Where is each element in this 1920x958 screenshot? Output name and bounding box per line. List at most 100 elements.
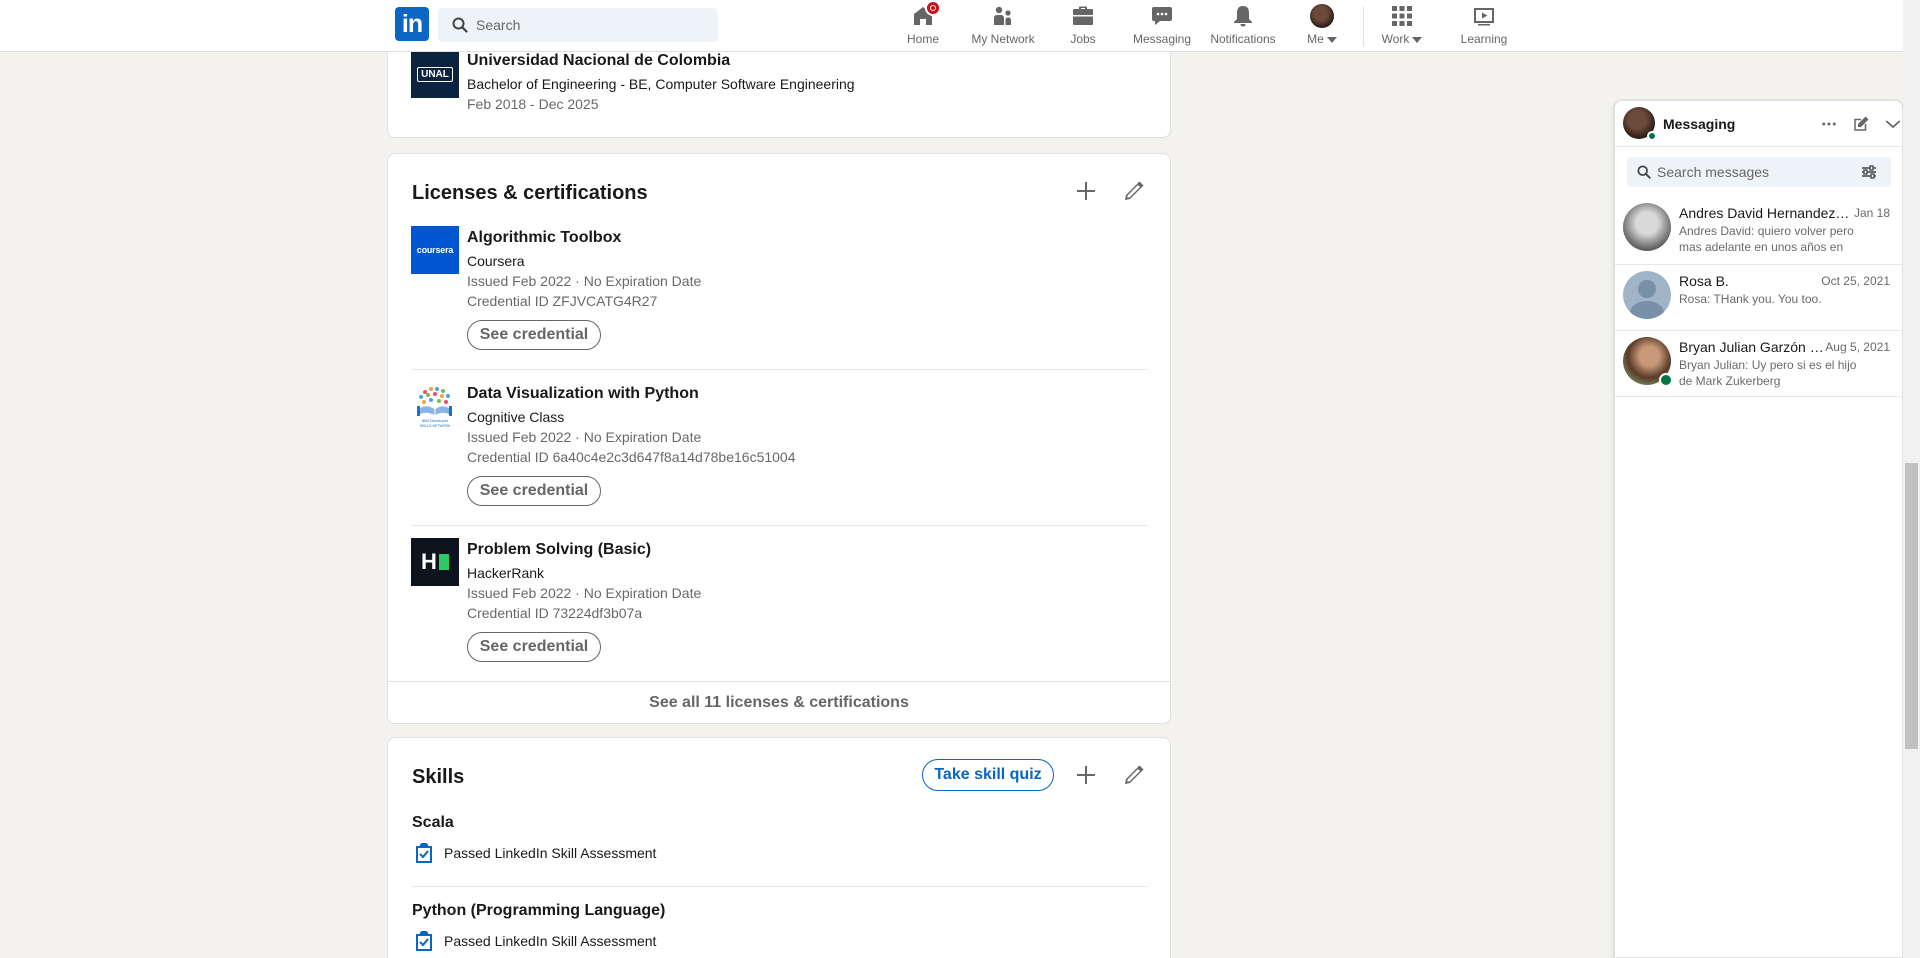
education-degree: Bachelor of Engineering - BE, Computer S… [467,76,855,92]
filter-icon[interactable] [1861,164,1877,180]
nav-my-network-label: My Network [971,32,1035,46]
license-name[interactable]: Data Visualization with Python [467,385,699,403]
add-skill-button[interactable] [1070,759,1102,791]
conversation-item[interactable]: Andres David Hernandez S... Jan 18 Andre… [1615,197,1902,263]
nav-jobs-label: Jobs [1070,32,1096,46]
ellipsis-icon [1822,122,1836,126]
skill-assessment: Passed LinkedIn Skill Assessment [414,930,656,952]
see-credential-button[interactable]: See credential [467,632,601,662]
license-issued: Issued Feb 2022 · No Expiration Date [467,429,702,445]
license-name[interactable]: Algorithmic Toolbox [467,229,621,247]
hackerrank-logo[interactable]: H [411,538,459,586]
skills-card: Skills Take skill quiz Scala Passed Link… [387,737,1171,958]
license-issued: Issued Feb 2022 · No Expiration Date [467,273,702,289]
nav-me[interactable]: Me [1304,4,1340,48]
scrollbar-thumb[interactable] [1905,463,1918,749]
chevron-down-icon [1412,36,1423,43]
avatar [1310,4,1334,28]
license-issuer: Cognitive Class [467,409,565,425]
nav-messaging-label: Messaging [1132,32,1192,46]
online-status-dot [1647,131,1657,141]
nav-my-network[interactable]: My Network [970,4,1036,48]
messaging-title: Messaging [1663,116,1736,132]
search-icon [1637,165,1651,179]
edit-licenses-button[interactable] [1118,175,1150,207]
add-license-button[interactable] [1070,175,1102,207]
license-name[interactable]: Problem Solving (Basic) [467,541,651,559]
divider [411,525,1147,526]
licenses-card: Licenses & certifications coursera Algor… [387,153,1171,724]
avatar [1623,271,1671,319]
ibm-skills-logo-icon: IBM Developer SKILLS NETWORK [417,387,452,428]
messaging-options-button[interactable] [1813,108,1845,140]
network-icon [994,6,1011,25]
license-credential-id: Credential ID ZFJVCATG4R27 [467,293,658,309]
conversation-snippet: Bryan Julian: Uy pero si es el hijo de M… [1679,358,1857,388]
license-credential-id: Credential ID 73224df3b07a [467,605,643,621]
unal-logo[interactable]: UNAL [411,50,459,98]
conversation-name: Rosa B. [1679,273,1729,289]
messaging-panel: Messaging Search messages Andres David H… [1614,100,1903,958]
license-credential-id: Credential ID 6a40c4e2c3d647f8a14d78be16… [467,449,796,465]
search-messages-input[interactable]: Search messages [1627,157,1891,187]
skill-assessment: Passed LinkedIn Skill Assessment [414,842,656,864]
hackerrank-green-block [438,554,449,570]
online-status-dot [1659,373,1673,387]
search-input[interactable]: Search [438,8,718,42]
see-credential-button[interactable]: See credential [467,476,601,506]
license-issuer: HackerRank [467,565,545,581]
skills-title: Skills [412,766,465,788]
divider [411,369,1147,370]
compose-message-button[interactable] [1845,108,1877,140]
compose-icon [1854,116,1869,131]
notification-badge [925,0,941,16]
see-credential-button[interactable]: See credential [467,320,601,350]
grid-icon [1392,6,1412,26]
coursera-logo[interactable]: coursera [411,226,459,274]
skill-name[interactable]: Python (Programming Language) [412,902,665,920]
nav-work-label: Work [1382,32,1423,46]
play-icon [1474,8,1494,26]
messaging-header[interactable]: Messaging [1615,101,1902,147]
conversation-name: Bryan Julian Garzón Ri... [1679,339,1829,355]
education-school[interactable]: Universidad Nacional de Colombia [467,52,730,70]
nav-work[interactable]: Work [1380,4,1424,48]
top-nav: in Search Home My Network Jobs Messaging… [0,0,1903,52]
license-issued: Issued Feb 2022 · No Expiration Date [467,585,702,601]
conversation-item[interactable]: Bryan Julian Garzón Ri... Aug 5, 2021 Br… [1615,331,1902,397]
plus-icon [1077,182,1095,200]
conversation-item[interactable]: Rosa B. Oct 25, 2021 Rosa: THank you. Yo… [1615,265,1902,331]
nav-messaging[interactable]: Messaging [1133,4,1191,48]
nav-home-label: Home [906,32,939,46]
license-issuer: Coursera [467,253,525,269]
search-placeholder: Search [476,17,521,33]
svg-text:SKILLS NETWORK: SKILLS NETWORK [420,424,451,428]
take-skill-quiz-button[interactable]: Take skill quiz [922,759,1054,791]
nav-home[interactable]: Home [905,0,941,48]
nav-me-label: Me [1307,32,1337,46]
conversation-date: Jan 18 [1853,206,1890,220]
svg-text:IBM Developer: IBM Developer [422,418,449,423]
pencil-icon [1125,765,1144,784]
nav-notifications[interactable]: Notifications [1208,4,1278,48]
conversation-date: Aug 5, 2021 [1825,340,1890,354]
skill-name[interactable]: Scala [412,814,454,832]
clipboard-check-icon [416,931,432,951]
nav-divider [1363,6,1364,46]
conversation-snippet: Rosa: THank you. You too. [1679,292,1822,306]
divider [1615,396,1902,397]
ibm-skills-network-logo[interactable]: IBM Developer SKILLS NETWORK [411,382,459,430]
nav-learning[interactable]: Learning [1460,4,1508,48]
pencil-icon [1125,181,1144,200]
edit-skills-button[interactable] [1118,759,1150,791]
see-all-licenses-link[interactable]: See all 11 licenses & certifications [388,681,1170,723]
bell-icon [1234,6,1252,27]
chevron-down-icon [1885,120,1901,129]
page-scrollbar[interactable] [1903,0,1920,958]
search-icon [452,17,468,33]
nav-jobs[interactable]: Jobs [1070,4,1096,48]
linkedin-logo[interactable]: in [395,7,429,41]
education-dates: Feb 2018 - Dec 2025 [467,96,599,112]
nav-learning-label: Learning [1460,32,1508,46]
nav-notifications-label: Notifications [1210,32,1276,46]
